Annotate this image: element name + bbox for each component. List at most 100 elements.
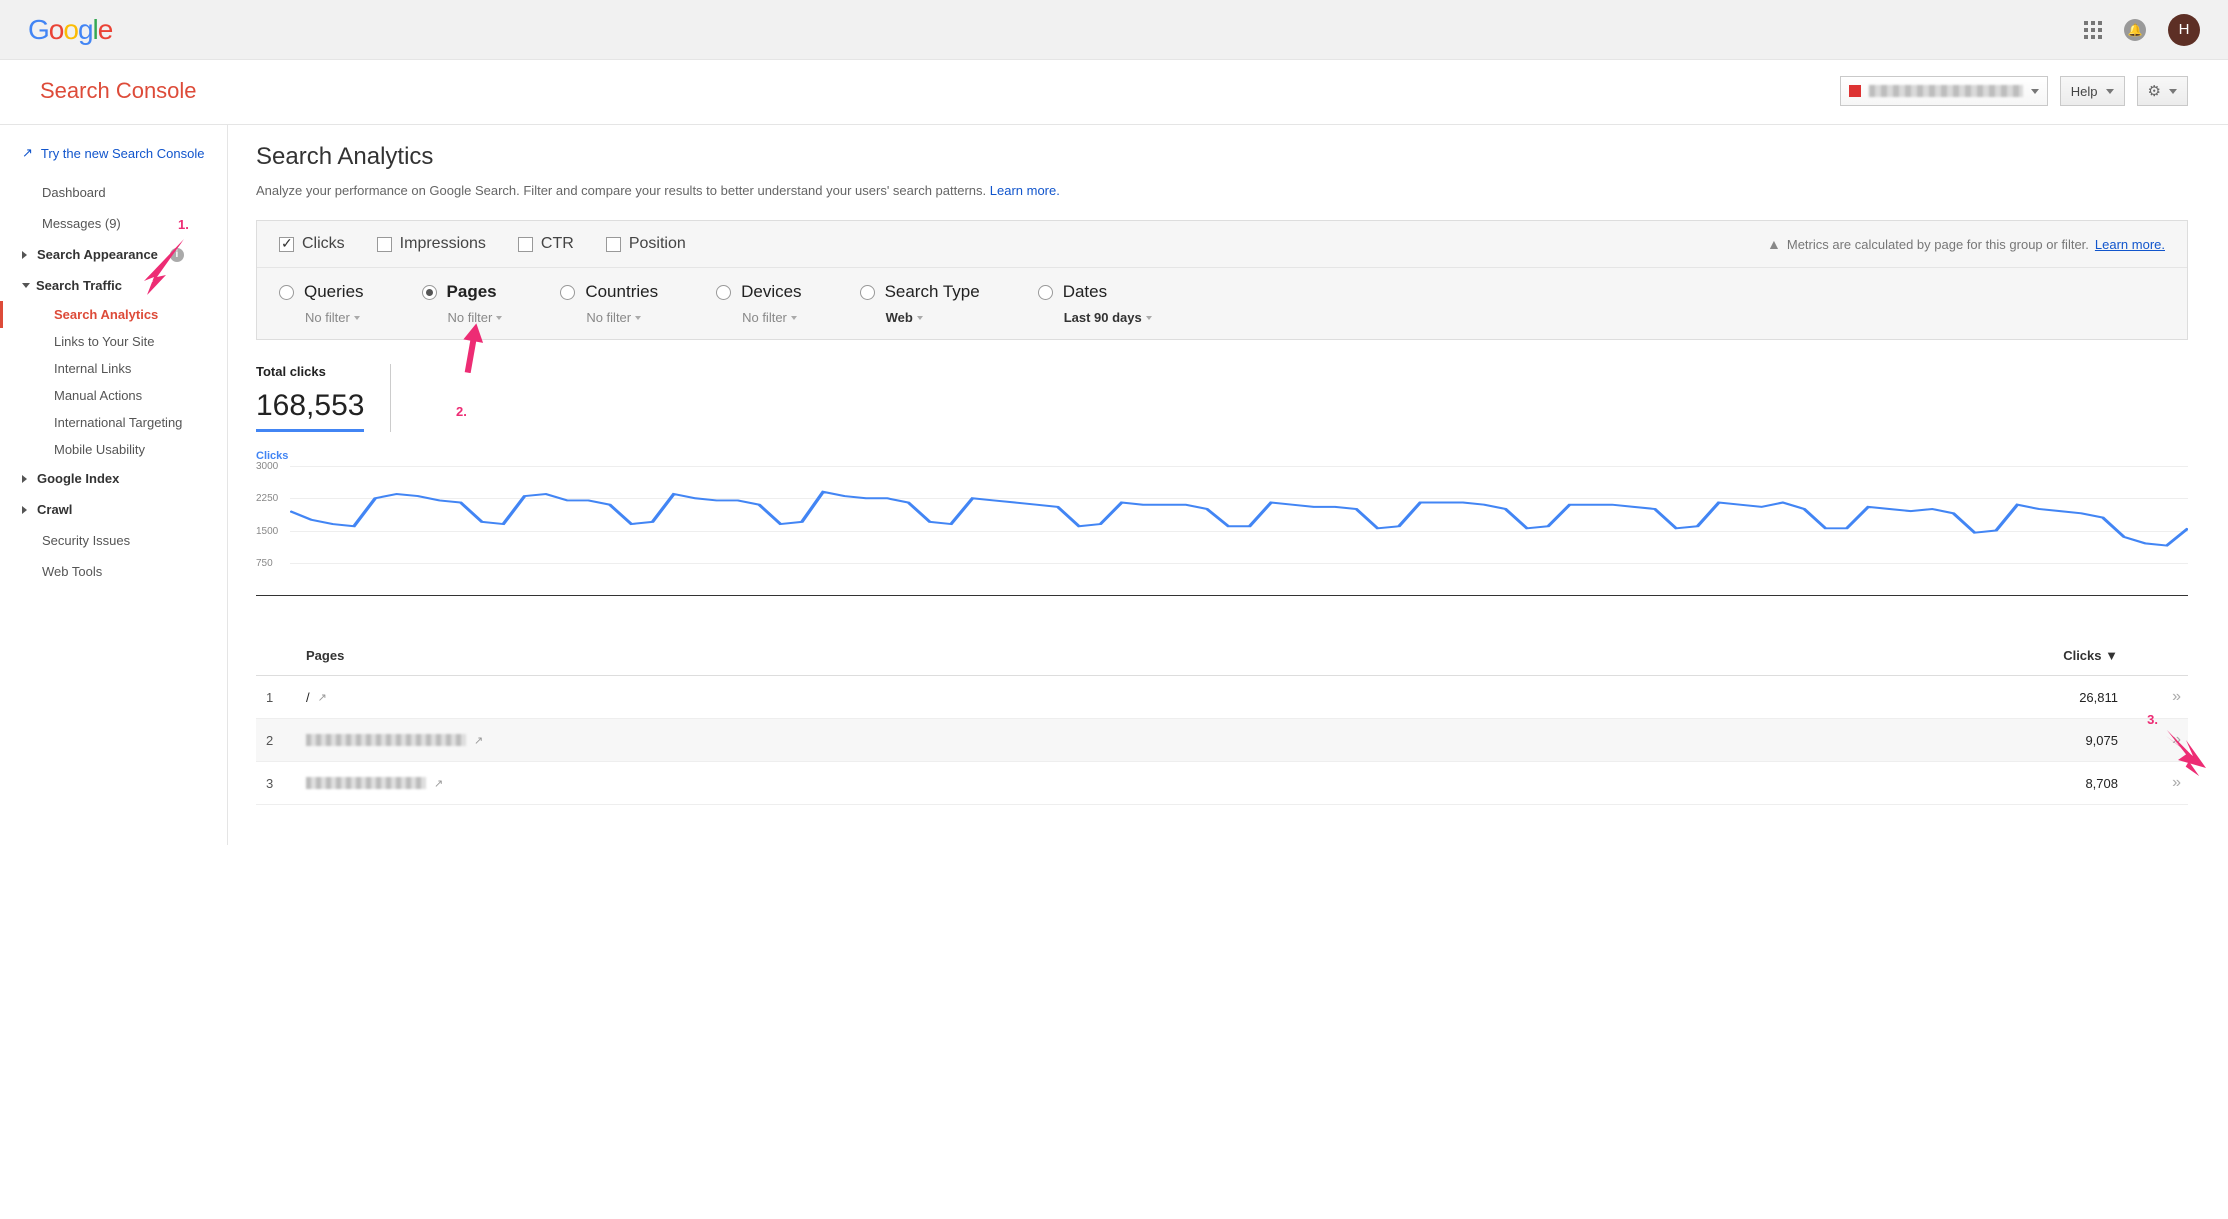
metric-ctr[interactable]: CTR bbox=[518, 235, 574, 253]
dimension-queries[interactable]: Queries No filter bbox=[279, 282, 364, 325]
table-row[interactable]: 2↗9,075» bbox=[256, 719, 2188, 762]
filter-value: No filter bbox=[742, 310, 787, 325]
drilldown-icon[interactable]: » bbox=[2148, 731, 2178, 748]
chevron-down-icon bbox=[354, 316, 360, 320]
sidebar-item-dashboard[interactable]: Dashboard bbox=[0, 177, 227, 208]
notifications-icon[interactable]: 🔔 bbox=[2124, 19, 2146, 41]
actions-cell: » bbox=[2128, 676, 2188, 719]
page-url-redacted bbox=[306, 777, 426, 789]
ytick: 2250 bbox=[256, 493, 278, 504]
table-row[interactable]: 1/↗26,811 » bbox=[256, 676, 2188, 719]
metric-label: CTR bbox=[541, 235, 574, 253]
page-title: Search Analytics bbox=[256, 143, 2188, 171]
chart-title: Clicks bbox=[256, 450, 2188, 462]
page-cell[interactable]: ↗ bbox=[296, 719, 1624, 762]
try-new-label: Try the new Search Console bbox=[41, 146, 205, 161]
clicks-cell: 26,811 bbox=[1624, 676, 2128, 719]
dimension-label: Countries bbox=[585, 282, 658, 302]
gear-icon: ⚙ bbox=[2148, 82, 2161, 100]
sidebar-section-crawl[interactable]: Crawl bbox=[0, 494, 227, 525]
dimension-pages[interactable]: Pages No filter bbox=[422, 282, 503, 325]
filter-dropdown[interactable]: No filter bbox=[716, 310, 801, 325]
warning-text: Metrics are calculated by page for this … bbox=[1787, 237, 2089, 252]
ytick: 750 bbox=[256, 558, 273, 569]
metric-impressions[interactable]: Impressions bbox=[377, 235, 486, 253]
page-cell[interactable]: ↗ bbox=[296, 762, 1624, 805]
col-pages[interactable]: Pages bbox=[296, 636, 1624, 676]
ytick: 1500 bbox=[256, 526, 278, 537]
apps-icon[interactable] bbox=[2084, 21, 2102, 39]
sidebar-item-links[interactable]: Links to Your Site bbox=[0, 328, 227, 355]
row-number: 3 bbox=[256, 762, 296, 805]
dimension-label: Devices bbox=[741, 282, 801, 302]
sidebar-item-security[interactable]: Security Issues bbox=[0, 525, 227, 556]
filter-panel: Clicks Impressions CTR Position ▲ Metric… bbox=[256, 220, 2188, 340]
filter-dropdown[interactable]: Web bbox=[860, 310, 980, 325]
dimension-dates[interactable]: Dates Last 90 days bbox=[1038, 282, 1152, 325]
metric-clicks[interactable]: Clicks bbox=[279, 235, 345, 253]
drilldown-icon[interactable]: » bbox=[2148, 774, 2178, 791]
dimension-devices[interactable]: Devices No filter bbox=[716, 282, 801, 325]
filter-value: No filter bbox=[305, 310, 350, 325]
sidebar-item-messages[interactable]: Messages (9) bbox=[0, 208, 227, 239]
sidebar-label: Google Index bbox=[37, 471, 119, 486]
metric-label: Position bbox=[629, 235, 686, 253]
sidebar-item-internal-links[interactable]: Internal Links bbox=[0, 355, 227, 382]
filter-dropdown[interactable]: No filter bbox=[279, 310, 364, 325]
table-row[interactable]: 3↗8,708» bbox=[256, 762, 2188, 805]
sidebar-item-mobile-usability[interactable]: Mobile Usability bbox=[0, 436, 227, 463]
sidebar-item-manual-actions[interactable]: Manual Actions bbox=[0, 382, 227, 409]
external-icon[interactable]: ↗ bbox=[318, 691, 327, 704]
sidebar-label: Search Traffic bbox=[36, 278, 122, 293]
property-picker[interactable] bbox=[1840, 76, 2048, 106]
filter-dropdown[interactable]: No filter bbox=[422, 310, 503, 325]
dimension-label: Dates bbox=[1063, 282, 1107, 302]
learn-more-link[interactable]: Learn more. bbox=[990, 183, 1060, 198]
dimension-countries[interactable]: Countries No filter bbox=[560, 282, 658, 325]
chevron-right-icon bbox=[22, 506, 31, 514]
drilldown-icon[interactable]: » bbox=[2148, 688, 2178, 705]
settings-button[interactable]: ⚙ bbox=[2137, 76, 2188, 106]
sidebar-section-google-index[interactable]: Google Index bbox=[0, 463, 227, 494]
google-logo[interactable]: Google bbox=[28, 14, 112, 46]
info-icon[interactable]: i bbox=[170, 248, 184, 262]
col-clicks[interactable]: Clicks ▼ bbox=[1624, 636, 2128, 676]
learn-more-link[interactable]: Learn more. bbox=[2095, 237, 2165, 252]
external-icon[interactable]: ↗ bbox=[474, 734, 483, 747]
sidebar-item-web-tools[interactable]: Web Tools bbox=[0, 556, 227, 587]
chevron-down-icon bbox=[635, 316, 641, 320]
site-url-redacted bbox=[1869, 85, 2023, 97]
site-favicon bbox=[1849, 85, 1861, 97]
actions-cell: » bbox=[2128, 762, 2188, 805]
chevron-right-icon bbox=[22, 475, 31, 483]
radio-icon bbox=[279, 285, 294, 300]
pages-table: Pages Clicks ▼ 1/↗26,811»2↗9,075»3↗8,708… bbox=[256, 636, 2188, 805]
total-value: 168,553 bbox=[256, 389, 364, 432]
title-bar: Search Console Help ⚙ bbox=[0, 60, 2228, 125]
row-number: 2 bbox=[256, 719, 296, 762]
product-name[interactable]: Search Console bbox=[40, 78, 197, 104]
actions-cell: » bbox=[2128, 719, 2188, 762]
chevron-down-icon bbox=[2169, 89, 2177, 94]
row-number: 1 bbox=[256, 676, 296, 719]
try-new-link[interactable]: ↗ Try the new Search Console bbox=[0, 141, 227, 177]
sidebar-section-search-appearance[interactable]: Search Appearance i bbox=[0, 239, 227, 270]
sidebar-section-search-traffic[interactable]: Search Traffic bbox=[0, 270, 227, 301]
sidebar-item-search-analytics[interactable]: Search Analytics bbox=[0, 301, 227, 328]
page-cell[interactable]: /↗ bbox=[296, 676, 1624, 719]
sidebar-item-intl-targeting[interactable]: International Targeting bbox=[0, 409, 227, 436]
external-icon[interactable]: ↗ bbox=[434, 777, 443, 790]
metric-position[interactable]: Position bbox=[606, 235, 686, 253]
avatar[interactable]: H bbox=[2168, 14, 2200, 46]
filter-value: No filter bbox=[448, 310, 493, 325]
dimension-search-type[interactable]: Search Type Web bbox=[860, 282, 980, 325]
radio-icon bbox=[1038, 285, 1053, 300]
help-button[interactable]: Help bbox=[2060, 76, 2125, 106]
filter-value: Web bbox=[886, 310, 913, 325]
filter-dropdown[interactable]: Last 90 days bbox=[1038, 310, 1152, 325]
checkbox-icon bbox=[377, 237, 392, 252]
dimensions-row: Queries No filter Pages No filter Countr… bbox=[257, 268, 2187, 339]
filter-dropdown[interactable]: No filter bbox=[560, 310, 658, 325]
chevron-down-icon bbox=[22, 283, 30, 288]
radio-icon bbox=[560, 285, 575, 300]
